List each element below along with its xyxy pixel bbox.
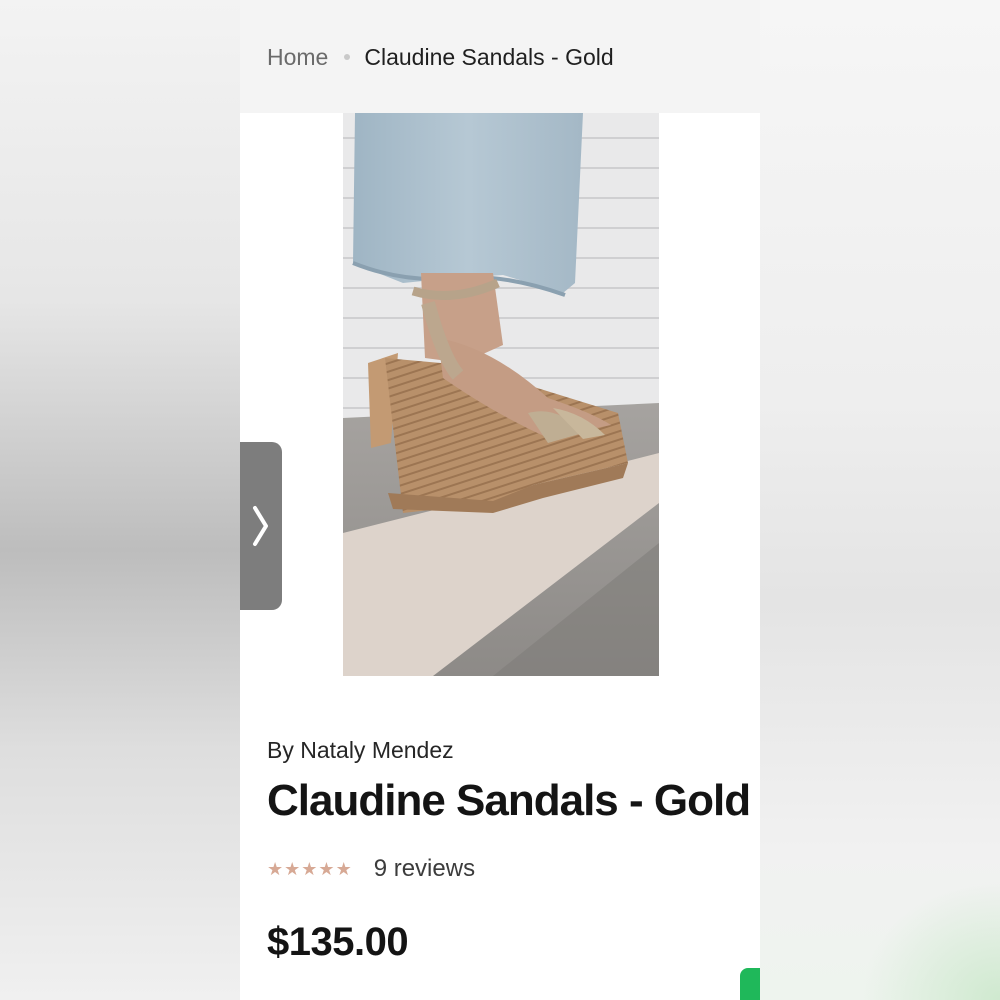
product-price: $135.00 (267, 920, 409, 964)
star-icon: ★ (335, 859, 352, 879)
reviews-link[interactable]: 9 reviews (374, 855, 475, 883)
breadcrumb-separator (344, 54, 351, 60)
star-rating[interactable]: ★ ★ ★ ★ ★ (267, 860, 352, 878)
product-brand: By Nataly Mendez (267, 737, 454, 763)
chevron-right-icon (253, 506, 268, 546)
product-title: Claudine Sandals - Gold (267, 776, 751, 825)
star-icon: ★ (318, 859, 335, 879)
chat-button[interactable] (740, 968, 760, 1000)
breadcrumb-bar: Home Claudine Sandals - Gold (240, 0, 760, 113)
breadcrumb-home-link[interactable]: Home (267, 44, 328, 71)
background-blur-left (0, 0, 240, 1000)
star-icon: ★ (284, 859, 301, 879)
product-image[interactable] (343, 113, 659, 676)
star-icon: ★ (301, 859, 318, 879)
product-page: Home Claudine Sandals - Gold By Nataly M… (240, 0, 760, 1000)
rating-row: ★ ★ ★ ★ ★ 9 reviews (267, 852, 475, 886)
carousel-next-button[interactable] (240, 442, 282, 610)
breadcrumb: Home Claudine Sandals - Gold (267, 42, 614, 72)
background-blur-right (760, 0, 1000, 1000)
breadcrumb-current: Claudine Sandals - Gold (364, 43, 614, 70)
product-photo (343, 113, 659, 676)
star-icon: ★ (267, 859, 284, 879)
